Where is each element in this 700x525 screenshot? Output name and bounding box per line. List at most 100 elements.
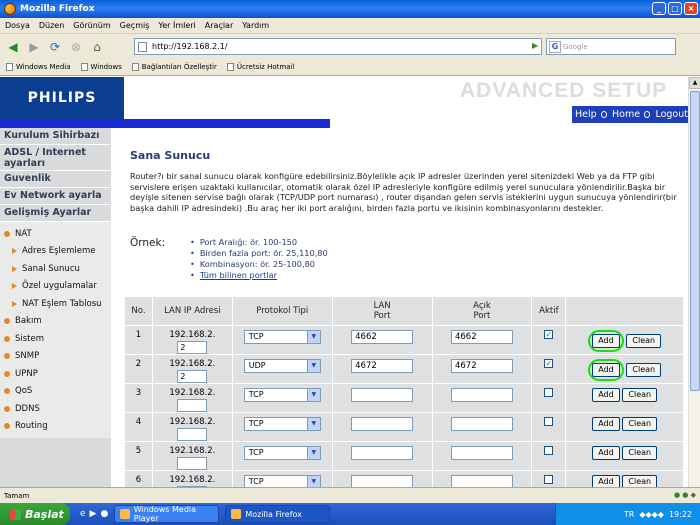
arrow-icon bbox=[12, 265, 17, 272]
lan-port-input[interactable] bbox=[351, 417, 414, 431]
proto-cell: TCP ▼ bbox=[231, 441, 333, 471]
sidebar-item-nat[interactable]: NAT bbox=[0, 225, 111, 243]
go-icon[interactable]: ▶ bbox=[532, 41, 541, 51]
reload-icon[interactable]: ⟳ bbox=[46, 38, 64, 56]
sidebar-item-wizard[interactable]: Kurulum Sihirbazı bbox=[0, 128, 111, 145]
clean-button[interactable]: Clean bbox=[622, 417, 658, 431]
clean-button[interactable]: Clean bbox=[626, 334, 662, 348]
add-button[interactable]: Add bbox=[592, 446, 620, 460]
bookmark-item[interactable]: Windows Media bbox=[6, 63, 71, 71]
scroll-up-icon[interactable]: ▲ bbox=[689, 77, 700, 89]
example-item: Kombinasyon: ör. 25-100,80 bbox=[190, 259, 328, 270]
sidebar-item-security[interactable]: Guvenlik bbox=[0, 171, 111, 188]
close-button[interactable]: × bbox=[684, 2, 698, 15]
lan-port-input[interactable] bbox=[351, 475, 414, 487]
sidebar-item-virtual-server[interactable]: Sanal Sunucu bbox=[0, 260, 111, 278]
active-checkbox[interactable] bbox=[544, 446, 554, 455]
home-link[interactable]: Home bbox=[612, 109, 640, 120]
menu-edit[interactable]: Düzen bbox=[39, 21, 64, 30]
sidebar-label: NAT bbox=[15, 228, 32, 239]
search-box[interactable]: G Google bbox=[546, 38, 676, 55]
address-bar[interactable]: http://192.168.2.1/ bbox=[134, 38, 542, 55]
protocol-select[interactable]: UDP ▼ bbox=[243, 359, 321, 373]
bookmark-label: Ücretsiz Hotmail bbox=[236, 63, 295, 71]
all-ports-link[interactable]: Tüm bilinen portlar bbox=[200, 270, 277, 280]
sidebar-item-maintenance[interactable]: Bakım bbox=[0, 313, 111, 331]
public-port-input[interactable] bbox=[450, 446, 513, 460]
menu-tools[interactable]: Araçlar bbox=[205, 21, 233, 30]
ip-last-octet-input[interactable] bbox=[177, 428, 208, 441]
sidebar-item-snmp[interactable]: SNMP bbox=[0, 348, 111, 366]
ip-last-octet-input[interactable]: 2 bbox=[177, 370, 208, 383]
lan-port-input[interactable] bbox=[351, 446, 414, 460]
public-port-input[interactable] bbox=[450, 417, 513, 431]
lan-port-input[interactable] bbox=[351, 388, 414, 402]
public-port-input[interactable]: 4662 bbox=[450, 330, 513, 344]
add-button[interactable]: Add bbox=[592, 388, 620, 402]
sidebar-item-adsl[interactable]: ADSL / Internet ayarları bbox=[0, 145, 111, 171]
sidebar-item-advanced[interactable]: Gelişmiş Ayarlar bbox=[0, 205, 111, 222]
protocol-select[interactable]: TCP ▼ bbox=[243, 475, 321, 487]
sidebar-item-special-apps[interactable]: Özel uygulamalar bbox=[0, 278, 111, 296]
ip-last-octet-input[interactable] bbox=[177, 457, 208, 470]
logout-link[interactable]: Logout bbox=[655, 109, 688, 120]
protocol-select[interactable]: TCP ▼ bbox=[243, 446, 321, 460]
active-checkbox[interactable]: ✓ bbox=[544, 359, 554, 368]
home-icon[interactable]: ⌂ bbox=[88, 38, 106, 56]
bookmark-item[interactable]: Bağlantıları Özelleştir bbox=[131, 63, 217, 71]
active-checkbox[interactable]: ✓ bbox=[544, 330, 554, 339]
menu-history[interactable]: Geçmiş bbox=[120, 21, 150, 30]
sidebar-item-network[interactable]: Ev Network ayarla bbox=[0, 188, 111, 205]
lan-port-input[interactable]: 4662 bbox=[351, 330, 414, 344]
menu-file[interactable]: Dosya bbox=[5, 21, 30, 30]
bookmark-item[interactable]: Windows bbox=[80, 63, 122, 71]
media-icon[interactable]: ▶ bbox=[90, 509, 97, 519]
stop-icon[interactable]: ⊗ bbox=[67, 38, 85, 56]
back-icon[interactable]: ◀ bbox=[4, 38, 22, 56]
forward-icon[interactable]: ▶ bbox=[25, 38, 43, 56]
sidebar-item-qos[interactable]: QoS bbox=[0, 383, 111, 401]
bookmark-item[interactable]: Ücretsiz Hotmail bbox=[226, 63, 295, 71]
add-button[interactable]: Add bbox=[592, 417, 620, 431]
start-button[interactable]: Başlat bbox=[0, 503, 70, 525]
clean-button[interactable]: Clean bbox=[622, 475, 658, 487]
public-port-input[interactable] bbox=[450, 388, 513, 402]
active-checkbox[interactable] bbox=[544, 417, 554, 426]
menu-bookmarks[interactable]: Yer İmleri bbox=[158, 21, 195, 30]
menu-view[interactable]: Görünüm bbox=[73, 21, 110, 30]
help-link[interactable]: Help bbox=[575, 109, 597, 120]
maximize-button[interactable]: □ bbox=[668, 2, 682, 15]
sidebar-item-routing[interactable]: Routing bbox=[0, 418, 111, 436]
protocol-select[interactable]: TCP ▼ bbox=[243, 388, 321, 402]
ip-last-octet-input[interactable]: 2 bbox=[177, 341, 208, 354]
clean-button[interactable]: Clean bbox=[622, 388, 658, 402]
add-button[interactable]: Add bbox=[592, 334, 620, 348]
sidebar-item-address-mapping[interactable]: Adres Eşlemleme bbox=[0, 243, 111, 261]
sidebar-item-ddns[interactable]: DDNS bbox=[0, 400, 111, 418]
sidebar-item-upnp[interactable]: UPNP bbox=[0, 365, 111, 383]
public-port-input[interactable]: 4672 bbox=[450, 359, 513, 373]
add-button[interactable]: Add bbox=[592, 475, 620, 487]
clean-button[interactable]: Clean bbox=[626, 363, 662, 377]
firefox-quick-icon[interactable]: ● bbox=[100, 509, 108, 519]
menu-help[interactable]: Yardım bbox=[242, 21, 269, 30]
lan-port-input[interactable]: 4672 bbox=[351, 359, 414, 373]
protocol-select[interactable]: TCP ▼ bbox=[243, 330, 321, 344]
vertical-scrollbar[interactable]: ▲ bbox=[688, 77, 700, 487]
active-checkbox[interactable] bbox=[544, 475, 554, 484]
scroll-thumb[interactable] bbox=[690, 91, 700, 391]
table-row: 1 192.168.2. 2 TCP ▼ 4662 4662 ✓ Add Clean bbox=[124, 325, 684, 355]
minimize-button[interactable]: _ bbox=[652, 2, 666, 15]
language-indicator[interactable]: TR bbox=[624, 510, 634, 519]
ip-last-octet-input[interactable] bbox=[177, 399, 208, 412]
protocol-select[interactable]: TCP ▼ bbox=[243, 417, 321, 431]
add-button[interactable]: Add bbox=[592, 363, 620, 377]
active-checkbox[interactable] bbox=[544, 388, 554, 397]
public-port-input[interactable] bbox=[450, 475, 513, 487]
task-wmp[interactable]: Windows Media Player bbox=[114, 505, 220, 523]
sidebar-item-system[interactable]: Sistem bbox=[0, 330, 111, 348]
task-firefox[interactable]: Mozilla Firefox bbox=[225, 505, 331, 523]
sidebar-item-nat-table[interactable]: NAT Eşlem Tablosu bbox=[0, 295, 111, 313]
ie-icon[interactable]: e bbox=[80, 509, 86, 519]
clean-button[interactable]: Clean bbox=[622, 446, 658, 460]
